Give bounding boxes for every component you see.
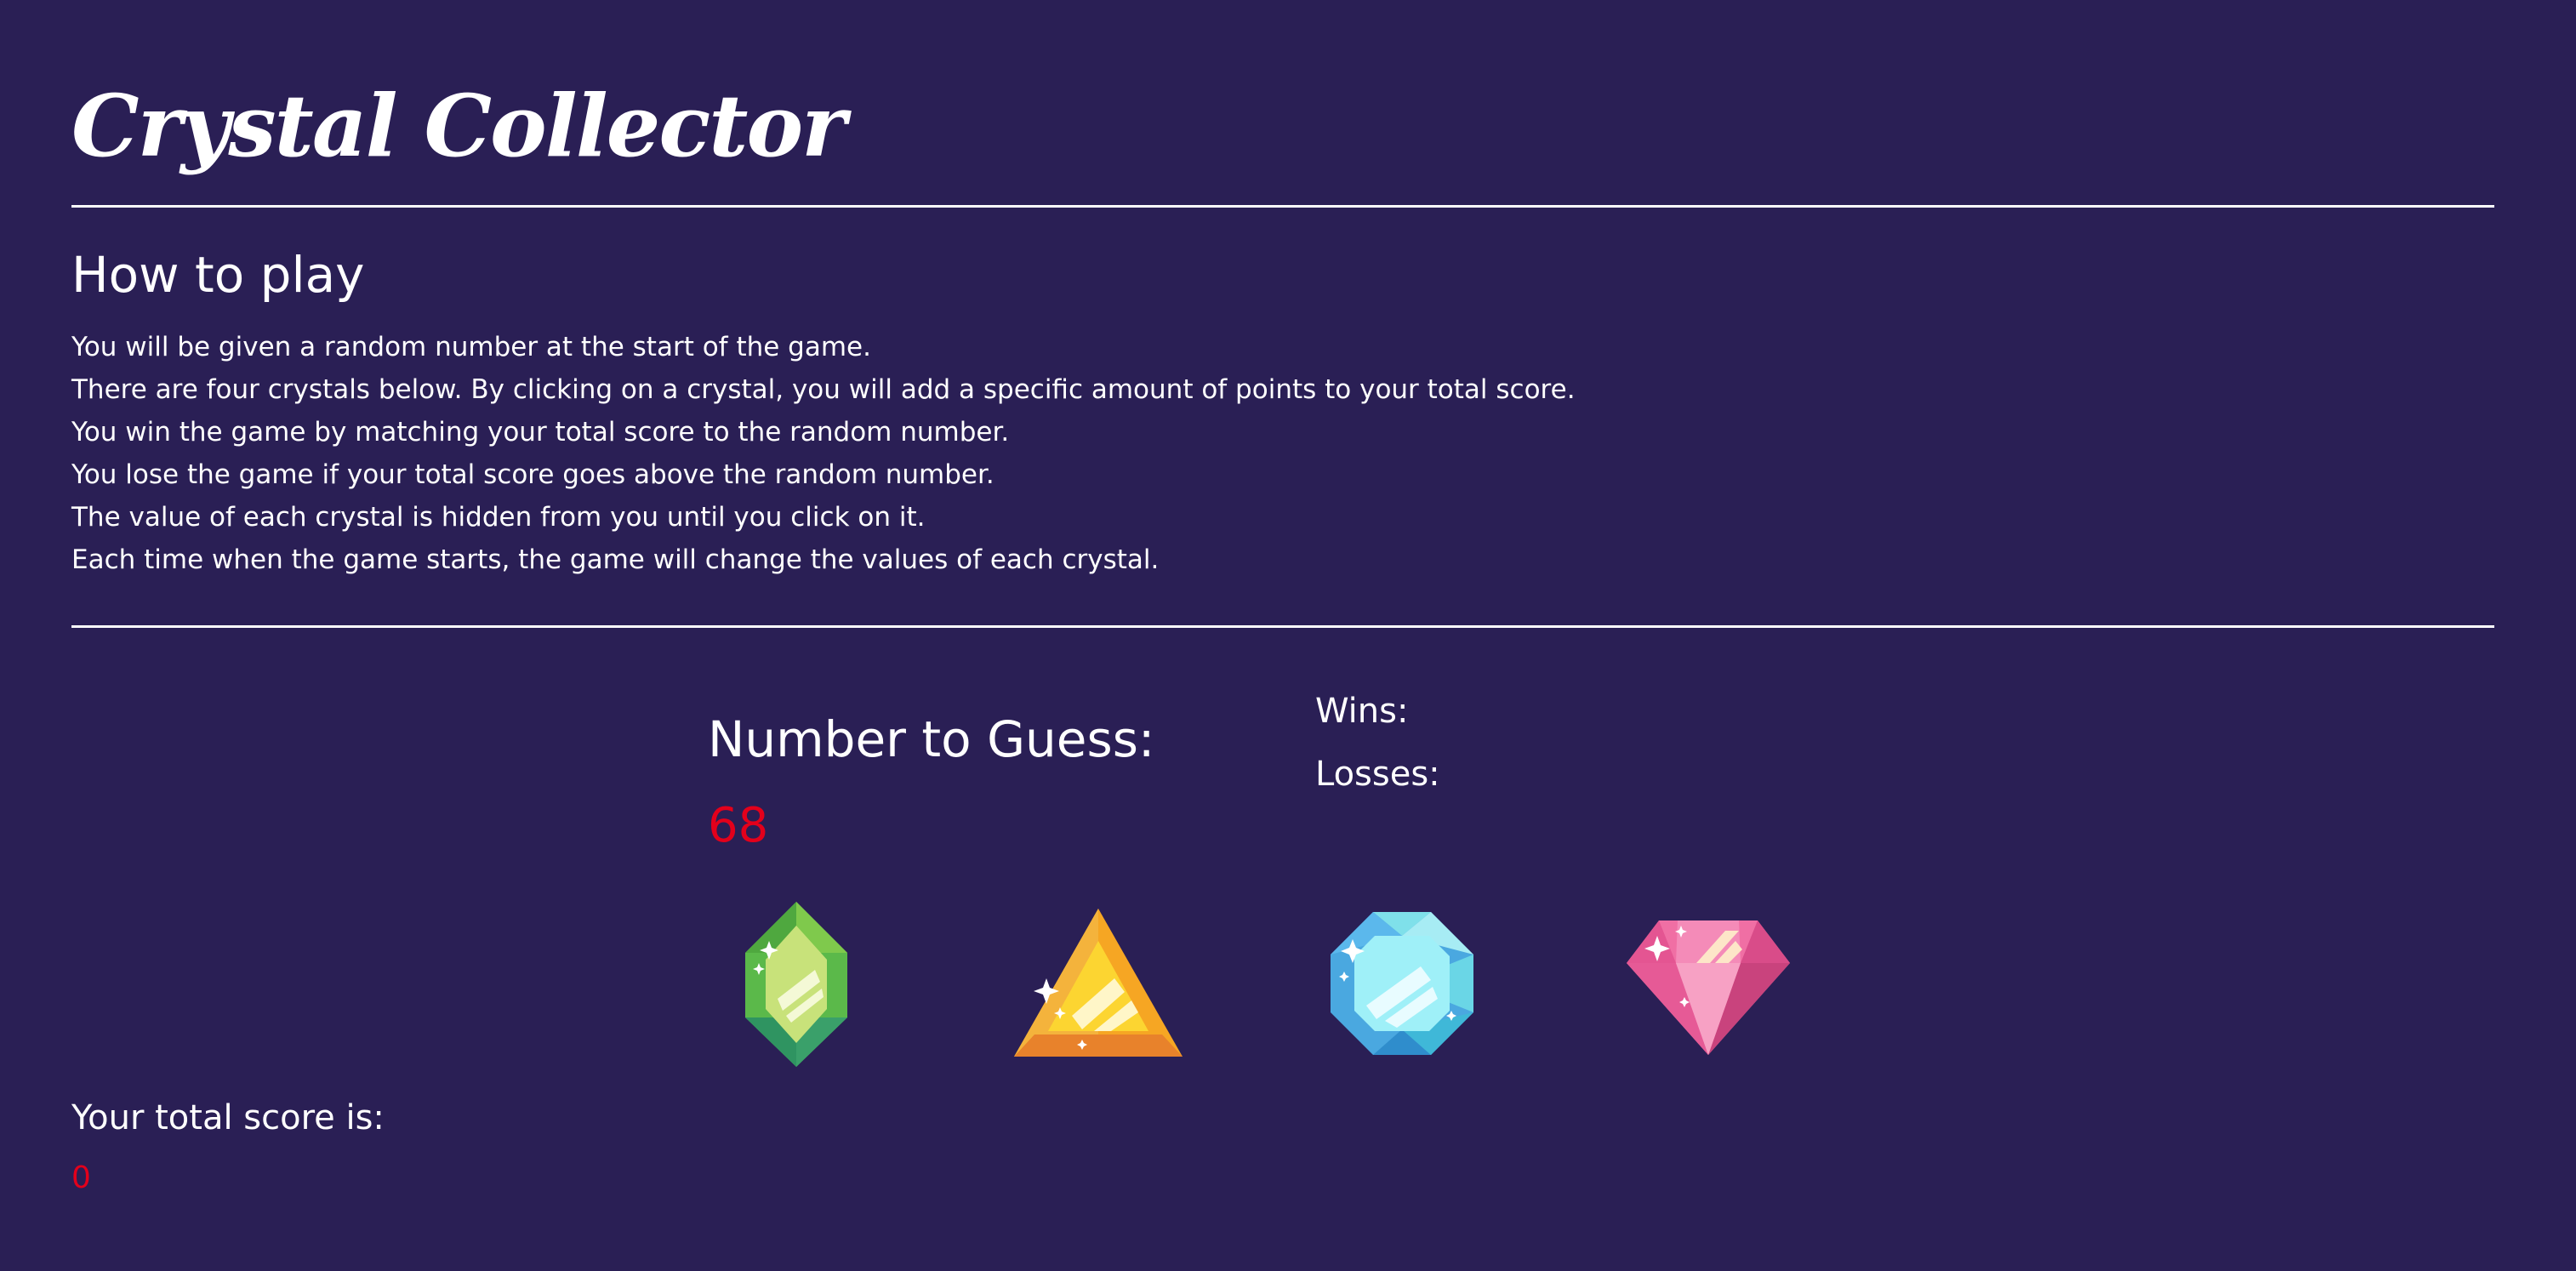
orange-crystal-icon	[1014, 909, 1183, 1057]
number-to-guess-label: Number to Guess:	[708, 710, 1155, 768]
number-to-guess-value: 68	[708, 798, 769, 853]
losses-label: Losses:	[1315, 755, 1440, 794]
header-divider	[71, 205, 2494, 208]
blue-crystal-icon	[1331, 912, 1473, 1055]
page-title: Crystal Collector	[71, 76, 846, 176]
instructions-list: You will be given a random number at the…	[71, 326, 1576, 581]
total-score-label: Your total score is:	[71, 1098, 385, 1137]
instructions-divider	[71, 625, 2494, 628]
pink-crystal-button[interactable]	[1625, 919, 1792, 1057]
wins-label: Wins:	[1315, 692, 1409, 731]
total-score-value: 0	[71, 1160, 91, 1195]
instruction-line: The value of each crystal is hidden from…	[71, 502, 926, 533]
instruction-line: Each time when the game starts, the game…	[71, 544, 1160, 575]
pink-crystal-icon	[1627, 920, 1790, 1055]
blue-crystal-button[interactable]	[1329, 910, 1475, 1057]
how-to-play-heading: How to play	[71, 246, 365, 304]
green-crystal-icon	[745, 902, 847, 1067]
orange-crystal-button[interactable]	[1012, 907, 1184, 1060]
green-crystal-button[interactable]	[744, 900, 849, 1069]
instruction-line: You lose the game if your total score go…	[71, 459, 994, 490]
instruction-line: You will be given a random number at the…	[71, 332, 871, 362]
instruction-line: There are four crystals below. By clicki…	[71, 374, 1576, 405]
instruction-line: You win the game by matching your total …	[71, 417, 1010, 447]
